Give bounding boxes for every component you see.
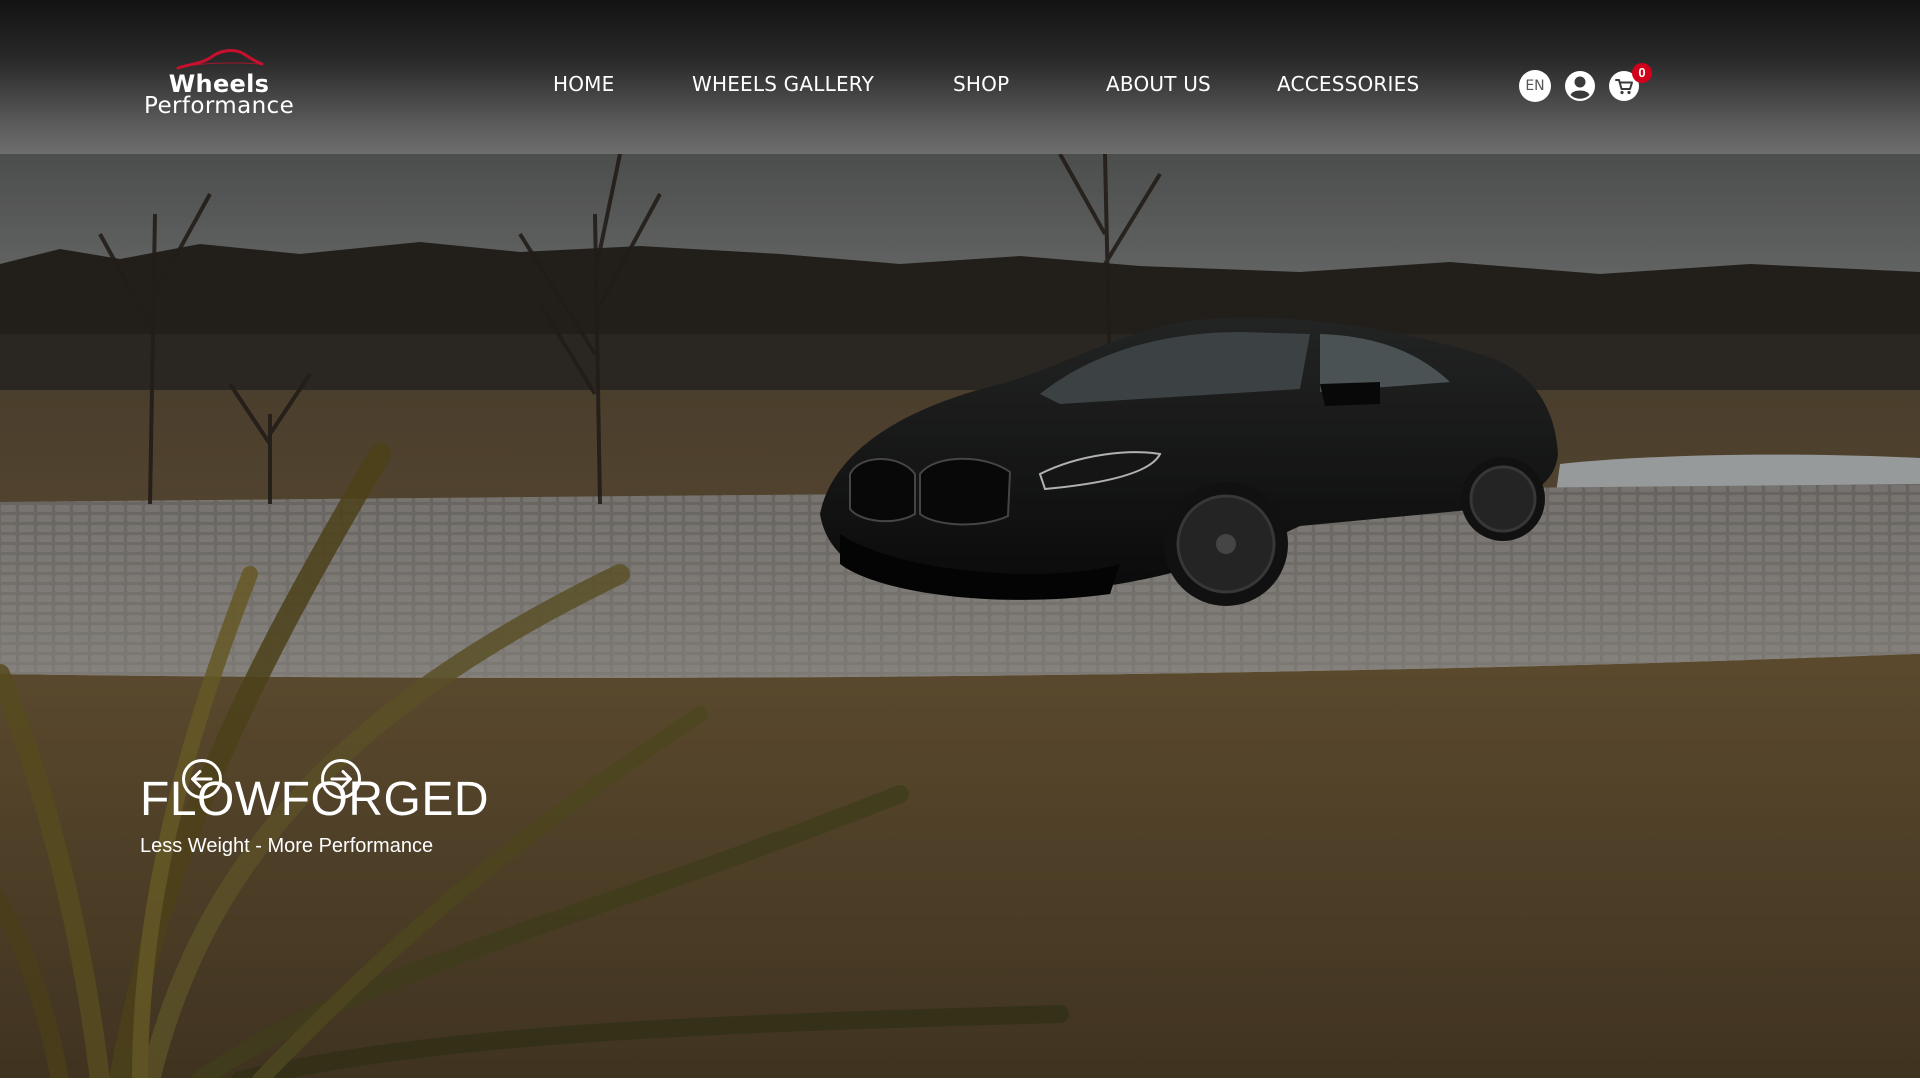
user-circle-icon[interactable] (1564, 70, 1596, 102)
arrow-right-circle-icon[interactable] (320, 758, 362, 800)
nav-item-about-us[interactable]: ABOUT US (1106, 72, 1211, 96)
hero-subtitle: Less Weight - More Performance (140, 835, 434, 857)
nav-item-accessories[interactable]: ACCESSORIES (1277, 72, 1419, 96)
page: Wheels Performance HOME WHEELS GALLERY S… (0, 0, 1920, 1080)
hero-background-image (0, 154, 1920, 1080)
language-switcher[interactable]: EN (1519, 70, 1551, 102)
cart-count-badge: 0 (1632, 63, 1652, 83)
hero-slider: FLOWFORGED Less Weight - More Performanc… (0, 154, 1920, 1080)
nav-item-home[interactable]: HOME (553, 72, 614, 96)
arrow-left-circle-icon[interactable] (181, 758, 223, 800)
nav-item-wheels-gallery[interactable]: WHEELS GALLERY (692, 72, 874, 96)
site-header: Wheels Performance HOME WHEELS GALLERY S… (0, 0, 1920, 154)
nav-item-shop[interactable]: SHOP (953, 72, 1009, 96)
car-roof-arc-icon (176, 49, 264, 70)
